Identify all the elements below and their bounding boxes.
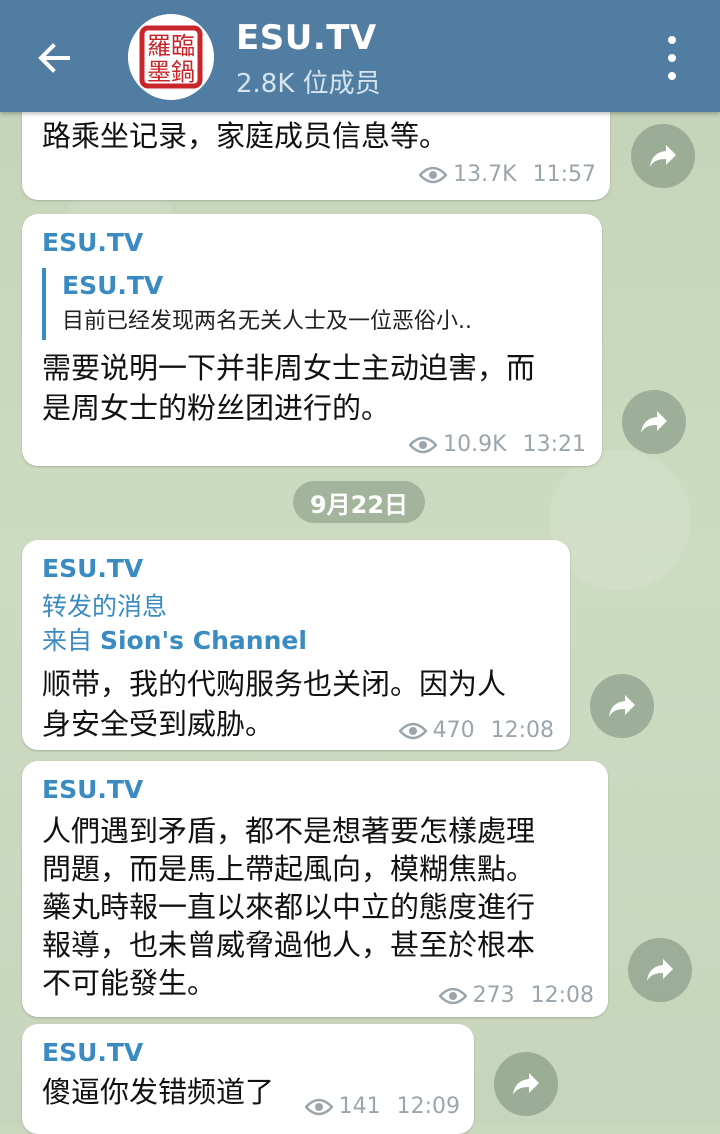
- view-count: 470: [432, 718, 475, 743]
- forwarded-prefix: 来自: [42, 626, 93, 655]
- eye-icon: [409, 436, 438, 453]
- message-bubble[interactable]: ESU.TV 人們遇到矛盾，都不是想著要怎樣處理 問題，而是馬上帶起風向，模糊焦…: [22, 761, 608, 1017]
- share-button[interactable]: [628, 938, 692, 1002]
- message-text-line: 需要说明一下并非周女士主动迫害，而: [42, 351, 536, 385]
- message-meta: 141 12:09: [304, 1094, 460, 1119]
- message-text: 路乘坐记录，家庭成员信息等。: [42, 119, 449, 153]
- message-bubble[interactable]: ESU.TV ESU.TV 目前已经发现两名无关人士及一位恶俗小.. 需要说明一…: [22, 214, 602, 466]
- message-time: 11:57: [532, 162, 596, 187]
- message-bubble[interactable]: ESU.TV 傻逼你发错频道了 141 12:09: [22, 1024, 474, 1134]
- message-text-line: 身安全受到威胁。: [42, 707, 275, 741]
- forwarded-source[interactable]: Sion's Channel: [100, 626, 307, 655]
- view-count: 13.7K: [453, 162, 517, 187]
- message-time: 12:08: [530, 983, 594, 1008]
- share-arrow-icon: [647, 959, 673, 981]
- eye-icon: [419, 166, 448, 183]
- menu-dot-icon: [668, 72, 676, 80]
- message-meta: 13.7K 11:57: [419, 162, 596, 187]
- message-text-line: 是周女士的粉丝团进行的。: [42, 391, 391, 425]
- message-meta: 273 12:08: [438, 983, 594, 1008]
- share-arrow-icon: [650, 145, 676, 167]
- sender-name[interactable]: ESU.TV: [42, 775, 143, 804]
- svg-text:羅臨: 羅臨: [147, 32, 195, 60]
- more-menu-button[interactable]: [652, 36, 692, 80]
- date-separator: 9月22日: [293, 481, 425, 523]
- forwarded-label: 转发的消息: [42, 592, 168, 621]
- channel-title[interactable]: ESU.TV: [236, 18, 377, 58]
- share-button[interactable]: [494, 1052, 558, 1116]
- seal-logo: 羅臨 墨鍋: [128, 14, 214, 100]
- reply-text: 目前已经发现两名无关人士及一位恶俗小..: [62, 309, 472, 334]
- view-count: 273: [472, 983, 515, 1008]
- message-meta: 10.9K 13:21: [409, 432, 586, 457]
- view-count: 10.9K: [443, 432, 507, 457]
- share-button[interactable]: [590, 674, 654, 738]
- back-button[interactable]: [26, 30, 82, 86]
- share-button[interactable]: [622, 390, 686, 454]
- menu-dot-icon: [668, 54, 676, 62]
- message-meta: 470 12:08: [398, 718, 554, 743]
- arrow-left-icon: [38, 43, 70, 73]
- message-time: 13:21: [522, 432, 586, 457]
- message-time: 12:09: [396, 1094, 460, 1119]
- share-arrow-icon: [513, 1073, 539, 1095]
- message-text-line: 不可能發生。: [42, 966, 217, 1000]
- share-button[interactable]: [631, 124, 695, 188]
- channel-avatar[interactable]: 羅臨 墨鍋: [128, 14, 214, 100]
- sender-name[interactable]: ESU.TV: [42, 554, 143, 583]
- member-count: 2.8K 位成员: [236, 69, 381, 99]
- sender-name[interactable]: ESU.TV: [42, 228, 143, 257]
- message-time: 12:08: [490, 718, 554, 743]
- message-text-line: 問題，而是馬上帶起風向，模糊焦點。: [42, 852, 536, 886]
- sender-name[interactable]: ESU.TV: [42, 1038, 143, 1067]
- message-text-line: 顺带，我的代购服务也关闭。因为人: [42, 667, 507, 701]
- message-text-line: 藥丸時報一直以來都以中立的態度進行: [42, 890, 536, 924]
- view-count: 141: [338, 1094, 381, 1119]
- share-arrow-icon: [609, 695, 635, 717]
- message-bubble[interactable]: ESU.TV 转发的消息 来自 Sion's Channel 顺带，我的代购服务…: [22, 540, 570, 750]
- reply-preview[interactable]: ESU.TV 目前已经发现两名无关人士及一位恶俗小..: [42, 268, 472, 340]
- share-arrow-icon: [641, 411, 667, 433]
- eye-icon: [398, 722, 427, 739]
- eye-icon: [304, 1098, 333, 1115]
- app-header: 羅臨 墨鍋 ESU.TV 2.8K 位成员: [0, 0, 720, 112]
- forwarded-from[interactable]: 来自 Sion's Channel: [42, 624, 307, 658]
- message-text-line: 人們遇到矛盾，都不是想著要怎樣處理: [42, 814, 536, 848]
- eye-icon: [438, 987, 467, 1004]
- menu-dot-icon: [668, 36, 676, 44]
- message-text-line: 傻逼你发错频道了: [42, 1075, 275, 1109]
- reply-sender-name: ESU.TV: [62, 271, 164, 300]
- svg-text:墨鍋: 墨鍋: [147, 58, 195, 86]
- message-text-line: 報導，也未曾威脅過他人，甚至於根本: [42, 928, 536, 962]
